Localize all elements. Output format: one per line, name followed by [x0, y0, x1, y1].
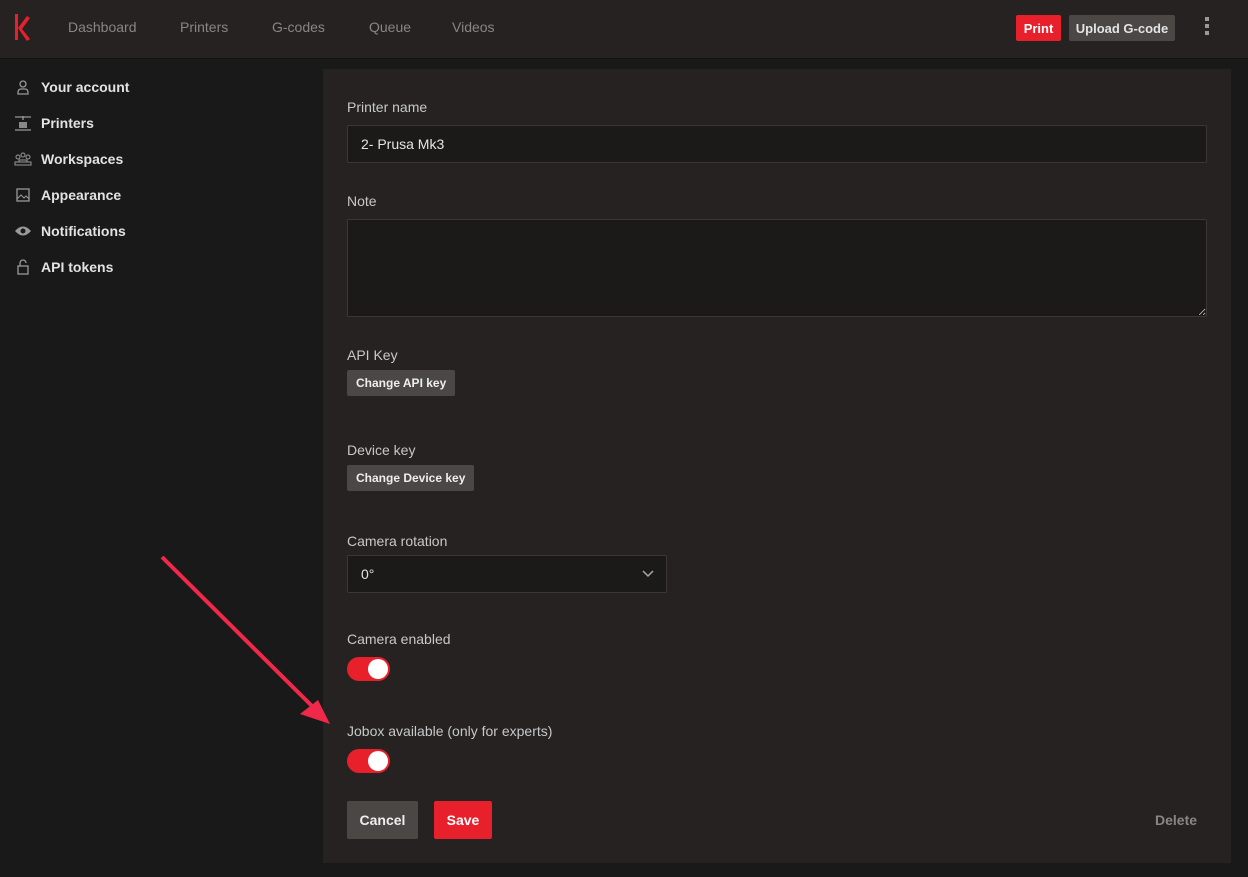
- annotation-arrow-icon: [160, 555, 330, 724]
